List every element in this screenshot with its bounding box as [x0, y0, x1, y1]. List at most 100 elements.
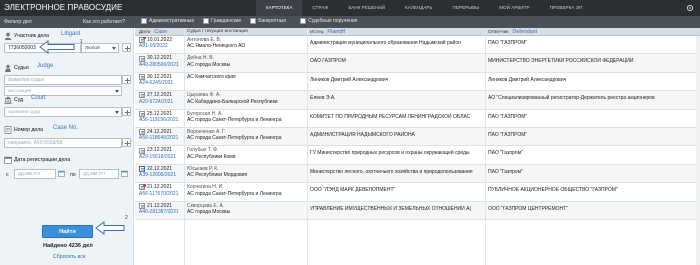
participant-role-select[interactable]: Любой	[81, 43, 119, 53]
nav-signature-check[interactable]: ПРОВЕРКА ЭП	[540, 0, 593, 16]
add-judge-button[interactable]	[122, 75, 131, 84]
table-row[interactable]: 25.12.2021 А56-119196/2021 Бугорская Н. …	[135, 110, 700, 128]
nav-breaks[interactable]: ПЕРЕРЫВЫ	[443, 0, 490, 16]
case-number-link[interactable]: А24-6245/2021	[139, 80, 183, 86]
table-row[interactable]: 30.12.2021 А24-6245/2021 АС Камчатского …	[135, 73, 700, 92]
court-name: АС города Санкт-Петербурга и Ленингра	[187, 117, 282, 123]
defendant-cell[interactable]: ПАО "Газпром"	[488, 169, 698, 175]
checkbox[interactable]	[203, 18, 210, 24]
case-number-input[interactable]: например, А50-5568/08	[4, 138, 122, 148]
date-from-input[interactable]: дд.мм.гггг	[14, 169, 56, 179]
case-number-link[interactable]: А56-117670/2021	[139, 191, 183, 197]
case-number-label-text: Номер дела	[14, 127, 44, 133]
add-court-button[interactable]	[122, 107, 131, 116]
case-document-icon[interactable]	[139, 129, 145, 136]
judge-annotation: Judge	[37, 63, 54, 69]
table-row[interactable]: 10.01.2022 А81-16/2022 Антонова Е. В. АС…	[135, 36, 700, 55]
case-date: 21.12.2021	[147, 184, 173, 191]
judge-instance-value: инстанция	[8, 89, 32, 94]
case-document-icon[interactable]	[139, 74, 145, 80]
plaintiff-cell[interactable]: ОАО ГАЗПРОМ	[310, 58, 484, 64]
table-row[interactable]: 23.12.2021 А29-15618/2021 Голубых Т. Ф. …	[135, 146, 700, 165]
date-to-input[interactable]: дд.мм.гггг	[79, 169, 119, 179]
case-number-link[interactable]: А39-12000/2021	[139, 172, 183, 178]
defendant-cell[interactable]: АО "Специализированный регистратор-Держа…	[488, 95, 698, 101]
nav-my-arbiter[interactable]: МОЙ АРБИТР	[489, 0, 539, 16]
case-document-icon[interactable]	[139, 147, 145, 154]
plaintiff-cell[interactable]: ГУ Министерство природных ресурсов и охр…	[310, 150, 484, 156]
case-number-link[interactable]: А81-16/2022	[139, 43, 183, 49]
defendant-cell[interactable]: Лиников Дмитрий Александрович	[488, 77, 698, 83]
annotation-number-1: 1	[80, 39, 83, 45]
settings-icon[interactable]	[686, 4, 694, 12]
defendant-cell[interactable]: МИНИСТЕРСТВО ЭНЕРГЕТИКИ РОССИЙСКОЙ ФЕДЕР…	[488, 58, 698, 64]
case-cell: 21.12.2021 А56-117670/2021	[139, 184, 183, 197]
case-document-icon[interactable]	[139, 110, 145, 117]
court-select[interactable]: название суда	[4, 107, 122, 117]
reset-all-link[interactable]: Сбросить все	[53, 254, 86, 260]
court-name: АС города Санкт-Петербурга и Ленингра	[187, 135, 282, 142]
case-number-link[interactable]: А40-280500/2021	[139, 62, 183, 68]
judge-cell: Дейна Н. В. АС города Москвы	[187, 55, 305, 68]
plaintiff-cell[interactable]: Министерство лесного, охотничьего хозяйс…	[310, 169, 484, 175]
find-button[interactable]: Найти	[42, 225, 93, 238]
filter-administrative[interactable]: Административные	[141, 18, 194, 24]
calendar-icon[interactable]	[121, 170, 128, 177]
table-scrollbar[interactable]	[696, 36, 700, 265]
judge-instance-select[interactable]: инстанция	[4, 86, 122, 96]
plaintiff-cell[interactable]: АДМИНИСТРАЦИЯ НАДЫМСКОГО РАЙОНА	[310, 132, 484, 138]
results-table: Дело Case Судья / текущая инстанция Истец…	[135, 28, 700, 265]
defendant-cell[interactable]: ПАО "ГАЗПРОМ"	[488, 40, 698, 46]
filter-bankruptcy[interactable]: Банкротные	[250, 18, 286, 24]
case-document-icon[interactable]	[139, 92, 145, 99]
defendant-cell[interactable]: ПАО "ГАЗПРОМ"	[488, 114, 698, 120]
table-row[interactable]: 21.12.2021 А56-117670/2021 Корчагина Н. …	[135, 183, 700, 202]
table-row[interactable]: 22.12.2021 А39-12000/2021 Юськаев Р. К. …	[135, 164, 700, 184]
nav-kartoteka[interactable]: КАРТОТЕКА	[256, 0, 303, 16]
plaintiff-cell[interactable]: КОМИТЕТ ПО ПРИРОДНЫМ РЕСУРСАМ ЛЕНИНГРАДС…	[310, 114, 484, 120]
case-document-icon[interactable]	[139, 166, 145, 172]
checkbox[interactable]	[250, 18, 257, 24]
case-document-icon[interactable]	[139, 184, 146, 191]
filter-civil[interactable]: Гражданские	[203, 18, 241, 24]
case-number-link[interactable]: А56-118645/2021	[139, 135, 183, 141]
header-plaintiff: Истец Plaintiff	[310, 29, 345, 35]
plaintiff-cell[interactable]: УПРАВЛЕНИЕ ИМУЩЕСТВЕННЫХ И ЗЕМЕЛЬНЫХ ОТН…	[310, 206, 484, 212]
checkbox[interactable]	[300, 18, 307, 24]
chevron-down-icon	[115, 90, 119, 93]
add-case-number-button[interactable]	[122, 138, 131, 147]
defendant-cell[interactable]: ПУБЛИЧНОЕ АКЦИОНЕРНОЕ ОБЩЕСТВО "ГАЗПРОМ"	[488, 187, 698, 193]
case-cell: 23.12.2021 А29-15618/2021	[139, 147, 183, 160]
defendant-cell[interactable]: ПАО "ГАЗПРОМ"	[488, 132, 698, 138]
defendant-cell[interactable]: ПАО "Газпром"	[488, 150, 698, 156]
annotation-number-2: 2	[125, 215, 128, 221]
case-document-icon[interactable]	[139, 202, 145, 209]
case-number-link[interactable]: А56-119196/2021	[139, 117, 183, 123]
case-document-icon[interactable]	[139, 55, 145, 62]
defendant-cell[interactable]: ООО "ГАЗПРОМ ЦЕНТРРЕМОНТ"	[488, 206, 698, 212]
plaintiff-cell[interactable]: ООО "ЛЭНД МАРК ДЕВЕЛОПМЕНТ"	[310, 187, 484, 193]
case-number-link[interactable]: А40-281387/2021	[139, 209, 183, 215]
how-it-works-link[interactable]: Как это работает?	[83, 19, 125, 25]
header-judge: Судья / текущая инстанция	[187, 29, 248, 34]
table-row[interactable]: 21.12.2021 А40-281387/2021 Скворцова Е. …	[135, 201, 700, 220]
case-document-icon[interactable]	[139, 37, 146, 44]
table-row[interactable]: 27.12.2021 А20-5724/2021 Цыраева Ф. А. А…	[135, 91, 700, 110]
plaintiff-cell[interactable]: Лиников Дмитрий Александрович	[310, 77, 484, 83]
table-row[interactable]: 24.12.2021 А56-118645/2021 Воронченко А.…	[135, 128, 700, 147]
case-number-link[interactable]: А29-15618/2021	[139, 154, 183, 160]
table-row[interactable]: 30.12.2021 А40-280500/2021 Дейна Н. В. А…	[135, 54, 700, 73]
judge-input[interactable]: фамилия судьи	[4, 75, 122, 85]
case-number-link[interactable]: А20-5724/2021	[139, 99, 183, 105]
checkbox[interactable]	[141, 18, 147, 24]
nav-strazh[interactable]: СТРАЖ	[302, 0, 338, 16]
header-defendant-annotation: Defendant	[512, 29, 538, 35]
filter-label: Банкротные	[258, 18, 287, 24]
add-participant-button[interactable]	[122, 43, 131, 52]
filter-court-orders[interactable]: Судебные поручения	[300, 18, 357, 24]
nav-calendar[interactable]: КАЛЕНДАРЬ	[395, 0, 443, 16]
calendar-icon[interactable]	[58, 170, 65, 177]
nav-bank-resheniy[interactable]: БАНК РЕШЕНИЙ	[338, 0, 395, 16]
plaintiff-cell[interactable]: Елеев Э.А.	[310, 95, 484, 101]
plaintiff-cell[interactable]: Администрация муниципального образования…	[310, 40, 484, 46]
